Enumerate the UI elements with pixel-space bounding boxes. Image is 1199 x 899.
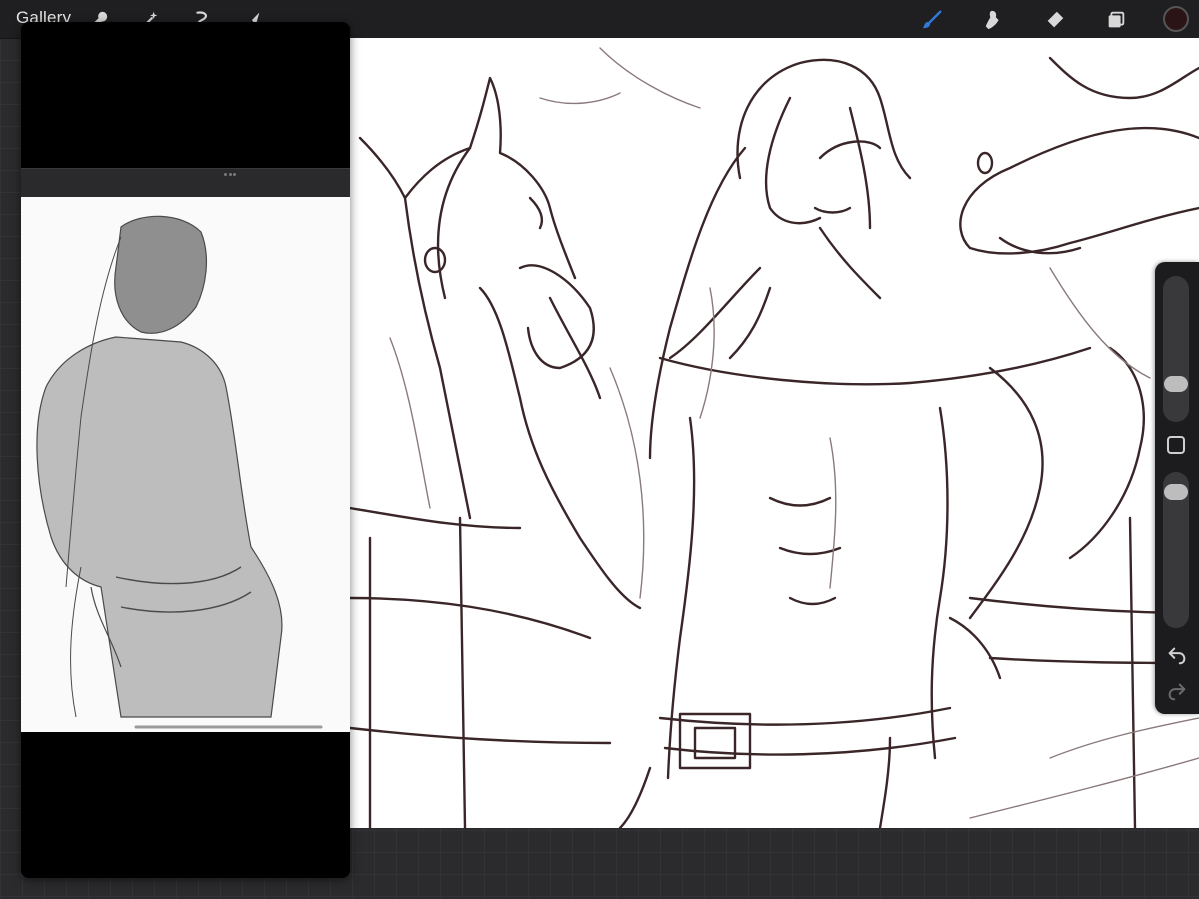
undo-icon[interactable] xyxy=(1166,644,1188,666)
reference-panel[interactable] xyxy=(21,22,350,878)
redo-icon[interactable] xyxy=(1166,680,1188,702)
brush-size-thumb[interactable] xyxy=(1164,376,1188,393)
color-picker-swatch[interactable] xyxy=(1163,6,1189,32)
reference-panel-divider[interactable] xyxy=(21,168,350,197)
modify-square-icon[interactable] xyxy=(1167,436,1185,454)
reference-panel-top xyxy=(21,22,350,168)
procreate-app: Gallery xyxy=(0,0,1199,899)
brush-sidebar xyxy=(1155,262,1199,714)
reference-sketch xyxy=(36,215,323,729)
sketch-artwork xyxy=(350,47,1199,828)
panel-resize-handle-icon[interactable] xyxy=(224,173,236,177)
brush-size-slider[interactable] xyxy=(1163,276,1189,422)
opacity-slider[interactable] xyxy=(1163,472,1189,628)
opacity-thumb[interactable] xyxy=(1164,483,1188,500)
reference-image xyxy=(21,197,350,732)
eraser-icon[interactable] xyxy=(1041,6,1069,34)
drawing-canvas[interactable] xyxy=(350,38,1199,828)
reference-panel-bottom xyxy=(21,732,350,878)
layers-icon[interactable] xyxy=(1102,6,1130,34)
smudge-icon[interactable] xyxy=(980,6,1008,34)
brush-icon[interactable] xyxy=(918,6,946,34)
